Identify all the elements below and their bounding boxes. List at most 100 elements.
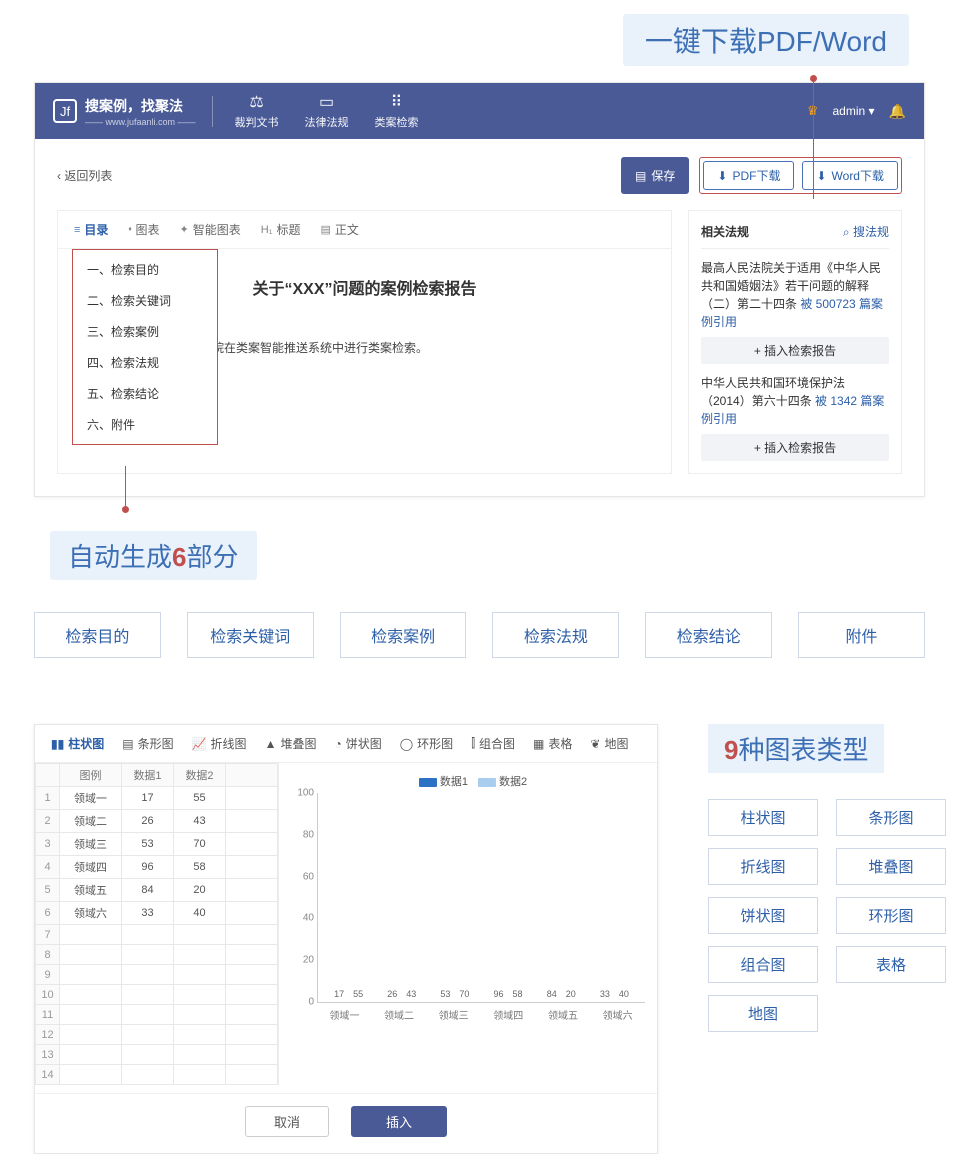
chart-type-tab[interactable]: 📈折线图 bbox=[192, 735, 247, 752]
cell[interactable] bbox=[226, 787, 278, 810]
cell[interactable] bbox=[174, 1005, 226, 1025]
cell[interactable] bbox=[174, 965, 226, 985]
cell[interactable] bbox=[122, 985, 174, 1005]
outline-item[interactable]: 三、检索案例 bbox=[73, 316, 217, 347]
cell[interactable]: 领域三 bbox=[60, 833, 122, 856]
cell[interactable] bbox=[174, 1045, 226, 1065]
cell[interactable]: 领域一 bbox=[60, 787, 122, 810]
cell[interactable] bbox=[174, 1025, 226, 1045]
chart-type-tab[interactable]: ⫿组合图 bbox=[471, 735, 515, 752]
cell[interactable] bbox=[226, 1005, 278, 1025]
cell[interactable] bbox=[122, 945, 174, 965]
cell[interactable]: 84 bbox=[122, 879, 174, 902]
cell[interactable] bbox=[60, 925, 122, 945]
tab-heading[interactable]: H₁标题 bbox=[261, 221, 301, 238]
chart-type-tab[interactable]: ❦地图 bbox=[590, 735, 628, 752]
connector-line bbox=[125, 466, 126, 508]
pdf-download-button[interactable]: ⬇ PDF下载 bbox=[703, 161, 794, 190]
tab-body[interactable]: ▤正文 bbox=[320, 221, 358, 238]
cell[interactable]: 领域四 bbox=[60, 856, 122, 879]
cell[interactable] bbox=[226, 902, 278, 925]
cell[interactable] bbox=[174, 985, 226, 1005]
cell[interactable] bbox=[174, 945, 226, 965]
cell[interactable]: 17 bbox=[122, 787, 174, 810]
cell[interactable] bbox=[226, 1045, 278, 1065]
cell[interactable]: 70 bbox=[174, 833, 226, 856]
cell[interactable] bbox=[60, 985, 122, 1005]
y-tick: 100 bbox=[292, 788, 314, 799]
insert-report-button[interactable]: + 插入检索报告 bbox=[701, 337, 889, 364]
cell[interactable]: 96 bbox=[122, 856, 174, 879]
cell[interactable] bbox=[226, 965, 278, 985]
cell[interactable]: 55 bbox=[174, 787, 226, 810]
chart-type-tab[interactable]: ◯环形图 bbox=[400, 735, 453, 752]
cancel-button[interactable]: 取消 bbox=[245, 1106, 329, 1137]
data-sheet[interactable]: 图例数据1数据21领域一17552领域二26433领域三53704领域四9658… bbox=[35, 763, 279, 1085]
cell[interactable] bbox=[226, 1065, 278, 1085]
cell[interactable]: 领域五 bbox=[60, 879, 122, 902]
cell[interactable]: 33 bbox=[122, 902, 174, 925]
nav-laws[interactable]: ▭ 法律法规 bbox=[305, 93, 349, 130]
cell[interactable]: 领域六 bbox=[60, 902, 122, 925]
cell[interactable] bbox=[226, 833, 278, 856]
row-number: 5 bbox=[36, 879, 60, 902]
cell[interactable] bbox=[226, 985, 278, 1005]
cell[interactable] bbox=[174, 1065, 226, 1085]
cell[interactable] bbox=[122, 1045, 174, 1065]
cell[interactable] bbox=[174, 925, 226, 945]
chart-type-tab[interactable]: ◔饼状图 bbox=[334, 735, 381, 752]
bar-label: 17 bbox=[334, 989, 344, 999]
cell[interactable] bbox=[122, 1065, 174, 1085]
search-laws-link[interactable]: ⌕ 搜法规 bbox=[843, 223, 889, 240]
cell[interactable] bbox=[226, 810, 278, 833]
cell[interactable] bbox=[226, 856, 278, 879]
cell[interactable] bbox=[226, 925, 278, 945]
outline-item[interactable]: 四、检索法规 bbox=[73, 347, 217, 378]
chart-type-tab[interactable]: ▮▮柱状图 bbox=[51, 735, 104, 752]
cell[interactable]: 20 bbox=[174, 879, 226, 902]
cell[interactable]: 58 bbox=[174, 856, 226, 879]
bar-label: 96 bbox=[494, 989, 504, 999]
nav-similar[interactable]: ⠿ 类案检索 bbox=[375, 93, 419, 130]
cell[interactable] bbox=[122, 1005, 174, 1025]
chart-type-tab[interactable]: ▦表格 bbox=[533, 735, 572, 752]
app-logo[interactable]: Jf 搜案例，找聚法 —— www.jufaanli.com —— bbox=[53, 96, 213, 127]
tab-chart[interactable]: ⬪图表 bbox=[128, 221, 159, 238]
x-label: 领域一 bbox=[323, 1007, 365, 1022]
cell[interactable] bbox=[60, 965, 122, 985]
cell[interactable]: 26 bbox=[122, 810, 174, 833]
cell[interactable] bbox=[122, 1025, 174, 1045]
cell[interactable] bbox=[226, 945, 278, 965]
nav-judgments[interactable]: ⚖ 裁判文书 bbox=[235, 93, 279, 130]
tab-smart-chart[interactable]: ✦智能图表 bbox=[180, 221, 241, 238]
bell-icon[interactable]: 🔔 bbox=[889, 103, 906, 120]
user-menu[interactable]: admin ▾ bbox=[833, 104, 875, 118]
outline-item[interactable]: 二、检索关键词 bbox=[73, 285, 217, 316]
app-header: Jf 搜案例，找聚法 —— www.jufaanli.com —— ⚖ 裁判文书… bbox=[35, 83, 924, 139]
tab-outline[interactable]: ≡目录 bbox=[74, 221, 108, 238]
cell[interactable] bbox=[226, 1025, 278, 1045]
insert-button[interactable]: 插入 bbox=[351, 1106, 447, 1137]
cell[interactable] bbox=[60, 945, 122, 965]
word-download-button[interactable]: ⬇ Word下载 bbox=[802, 161, 898, 190]
cell[interactable]: 领域二 bbox=[60, 810, 122, 833]
cell[interactable] bbox=[60, 1005, 122, 1025]
legend-swatch bbox=[419, 778, 437, 787]
cell[interactable]: 43 bbox=[174, 810, 226, 833]
cell[interactable] bbox=[226, 879, 278, 902]
cell[interactable] bbox=[60, 1045, 122, 1065]
chart-type-tab[interactable]: ▤条形图 bbox=[122, 735, 173, 752]
cell[interactable] bbox=[60, 1065, 122, 1085]
insert-report-button[interactable]: + 插入检索报告 bbox=[701, 434, 889, 461]
chart-type-tab[interactable]: ▲堆叠图 bbox=[265, 735, 317, 752]
cell[interactable] bbox=[122, 965, 174, 985]
save-button[interactable]: ▤ 保存 bbox=[621, 157, 689, 194]
outline-item[interactable]: 一、检索目的 bbox=[73, 254, 217, 285]
cell[interactable]: 53 bbox=[122, 833, 174, 856]
cell[interactable] bbox=[60, 1025, 122, 1045]
outline-item[interactable]: 六、附件 bbox=[73, 409, 217, 440]
cell[interactable]: 40 bbox=[174, 902, 226, 925]
back-link[interactable]: 返回列表 bbox=[57, 167, 112, 184]
cell[interactable] bbox=[122, 925, 174, 945]
outline-item[interactable]: 五、检索结论 bbox=[73, 378, 217, 409]
